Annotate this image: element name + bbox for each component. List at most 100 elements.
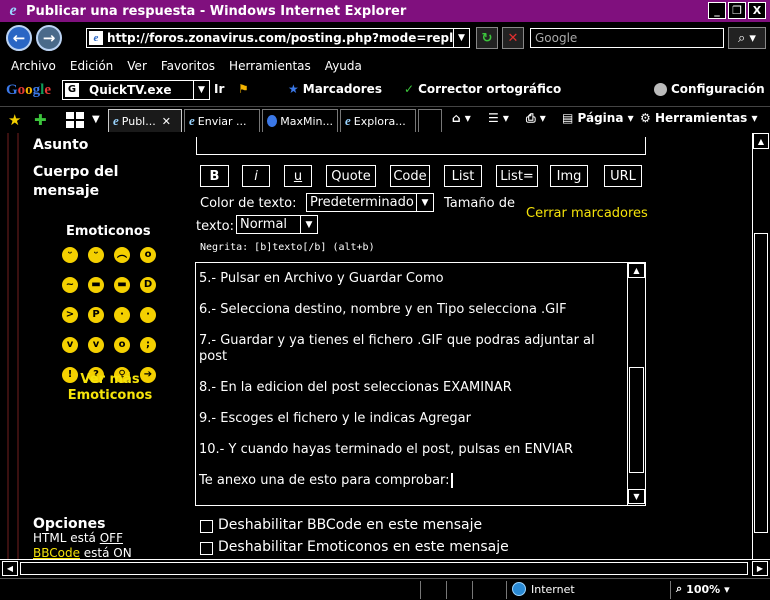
textarea-scrollbar[interactable]: ▲ ▼ <box>627 263 645 505</box>
scroll-left-icon[interactable]: ◀ <box>2 561 18 576</box>
google-toolbar: Google G QuickTV.exe ▼ Ir ⚑ ★ Marcadores … <box>0 77 770 103</box>
smiley-razz-icon[interactable]: P <box>88 307 104 323</box>
bbcode-status: BBCode está ON <box>33 546 132 560</box>
subject-input[interactable] <box>196 137 646 155</box>
add-favorites-icon[interactable]: ✚ <box>34 111 47 129</box>
menu-ver[interactable]: Ver <box>122 59 152 73</box>
message-line: 9.- Escoges el fichero y le indicas Agre… <box>199 411 471 426</box>
menu-archivo[interactable]: Archivo <box>6 59 61 73</box>
minimize-button[interactable]: _ <box>708 2 726 19</box>
tab-enviar[interactable]: e Enviar ... <box>184 109 260 132</box>
chevron-down-icon: ▼ <box>300 216 317 233</box>
bold-button[interactable]: B <box>200 165 229 187</box>
textarea-scroll-thumb[interactable] <box>629 367 644 473</box>
menu-edicion[interactable]: Edición <box>65 59 118 73</box>
url-button[interactable]: URL <box>604 165 642 187</box>
google-search-input[interactable]: G QuickTV.exe ▼ <box>62 80 210 100</box>
google-search-value[interactable]: QuickTV.exe <box>89 83 193 97</box>
ordered-list-button[interactable]: List= <box>496 165 538 187</box>
search-button[interactable]: ⌕ ▾ <box>728 27 766 49</box>
stop-button[interactable]: ✕ <box>502 27 524 49</box>
smiley-wink-icon[interactable]: ; <box>140 337 156 353</box>
spellcheck-button[interactable]: ✓ Corrector ortográfico <box>404 82 561 96</box>
smiley-sunglasses-icon[interactable]: ▬ <box>114 277 130 293</box>
page-scrollbar[interactable]: ▲ <box>752 133 770 559</box>
tab-explora[interactable]: e Explora... <box>340 109 416 132</box>
menu-herramientas[interactable]: Herramientas <box>224 59 316 73</box>
horizontal-scrollbar[interactable]: ◀ ▶ <box>0 559 770 577</box>
smiley-sad-icon[interactable]: ︵ <box>114 247 130 263</box>
smiley-evil-icon[interactable]: v <box>62 337 78 353</box>
quote-button[interactable]: Quote <box>326 165 376 187</box>
disable-smilies-checkbox[interactable] <box>200 542 213 555</box>
forward-button[interactable]: → <box>36 25 62 51</box>
settings-button[interactable]: Configuración <box>654 82 765 96</box>
home-icon[interactable]: ⌂ ▾ <box>452 111 471 125</box>
scroll-right-icon[interactable]: ▶ <box>752 561 768 576</box>
refresh-button[interactable]: ↻ <box>476 27 498 49</box>
italic-button[interactable]: i <box>242 165 270 187</box>
new-tab-button[interactable] <box>418 109 442 132</box>
smiley-rolleyes-icon[interactable]: o <box>114 337 130 353</box>
more-emoticons-link[interactable]: Ver más Emoticonos <box>50 372 170 404</box>
page-scroll-thumb[interactable] <box>754 233 768 533</box>
address-dropdown-button[interactable]: ▼ <box>453 29 469 47</box>
tab-list-dropdown-icon[interactable]: ▼ <box>92 114 100 125</box>
code-button[interactable]: Code <box>390 165 430 187</box>
chevron-down-icon: ▼ <box>416 194 433 211</box>
search-icon: ⌕ ▾ <box>738 30 756 46</box>
size-select[interactable]: Normal ▼ <box>236 215 318 234</box>
print-icon[interactable]: ⎙ ▾ <box>526 111 546 126</box>
message-line: 7.- Guardar y ya tienes el fichero .GIF … <box>199 333 595 364</box>
scroll-down-icon[interactable]: ▼ <box>628 489 645 504</box>
refresh-icon: ↻ <box>481 30 493 46</box>
disable-bbcode-checkbox[interactable] <box>200 520 213 533</box>
page-menu-button[interactable]: ▤ Página ▾ <box>562 111 634 125</box>
ie-tab-icon: e <box>113 113 119 128</box>
tab-maxmin[interactable]: MaxMin... <box>262 109 338 132</box>
tab-close-icon[interactable]: ✕ <box>162 115 171 128</box>
maximize-button[interactable]: ❐ <box>728 2 746 19</box>
color-select[interactable]: Predeterminado ▼ <box>306 193 434 212</box>
feeds-icon[interactable]: ☰ ▾ <box>488 111 509 125</box>
scroll-up-icon[interactable]: ▲ <box>628 263 645 278</box>
smiley-cry-icon[interactable]: · <box>140 307 156 323</box>
page-scroll-up-icon[interactable]: ▲ <box>753 133 769 149</box>
favorites-star-icon[interactable]: ★ <box>8 111 21 129</box>
close-button[interactable]: X <box>748 2 766 19</box>
windows-flag-icon: ⚑ <box>238 82 249 96</box>
bbcode-link[interactable]: BBCode <box>33 546 80 560</box>
underline-button[interactable]: u <box>284 165 312 187</box>
smiley-laugh-icon[interactable]: D <box>140 277 156 293</box>
horizontal-scroll-thumb[interactable] <box>20 562 748 575</box>
quick-tabs-icon[interactable] <box>66 112 84 128</box>
google-go-button[interactable]: Ir <box>214 82 224 96</box>
google-windows-button[interactable]: ⚑ <box>238 82 249 96</box>
smiley-confused-icon[interactable]: ~ <box>62 277 78 293</box>
back-button[interactable]: ← <box>6 25 32 51</box>
smiley-oops-icon[interactable]: · <box>114 307 130 323</box>
tools-menu-button[interactable]: ⚙ Herramientas ▾ <box>640 111 758 125</box>
image-button[interactable]: Img <box>550 165 588 187</box>
message-textarea[interactable]: 5.- Pulsar en Archivo y Guardar Como 6.-… <box>195 262 646 506</box>
address-url[interactable]: http://foros.zonavirus.com/posting.php?m… <box>107 31 453 45</box>
smiley-surprised-icon[interactable]: o <box>140 247 156 263</box>
close-tags-link[interactable]: Cerrar marcadores <box>526 206 648 221</box>
google-search-dropdown[interactable]: ▼ <box>193 81 209 99</box>
smiley-mad-icon[interactable]: > <box>62 307 78 323</box>
google-logo[interactable]: Google <box>6 82 51 99</box>
menu-favoritos[interactable]: Favoritos <box>156 59 220 73</box>
tab-publicar[interactable]: e Publ... ✕ <box>108 109 182 132</box>
bookmarks-button[interactable]: ★ Marcadores <box>288 82 382 96</box>
smiley-grin-icon[interactable]: ᵕ <box>62 247 78 263</box>
smiley-twisted-icon[interactable]: v <box>88 337 104 353</box>
zoom-level[interactable]: ⌕ 100% ▾ <box>676 582 730 596</box>
address-bar[interactable]: e http://foros.zonavirus.com/posting.php… <box>86 28 470 48</box>
menu-ayuda[interactable]: Ayuda <box>320 59 367 73</box>
list-button[interactable]: List <box>444 165 482 187</box>
search-input[interactable]: Google <box>530 28 724 48</box>
smiley-smile-icon[interactable]: ᵕ <box>88 247 104 263</box>
window-title: Publicar una respuesta - Windows Interne… <box>26 3 407 19</box>
smiley-cool-icon[interactable]: ▬ <box>88 277 104 293</box>
forward-arrow-icon: → <box>42 29 56 47</box>
